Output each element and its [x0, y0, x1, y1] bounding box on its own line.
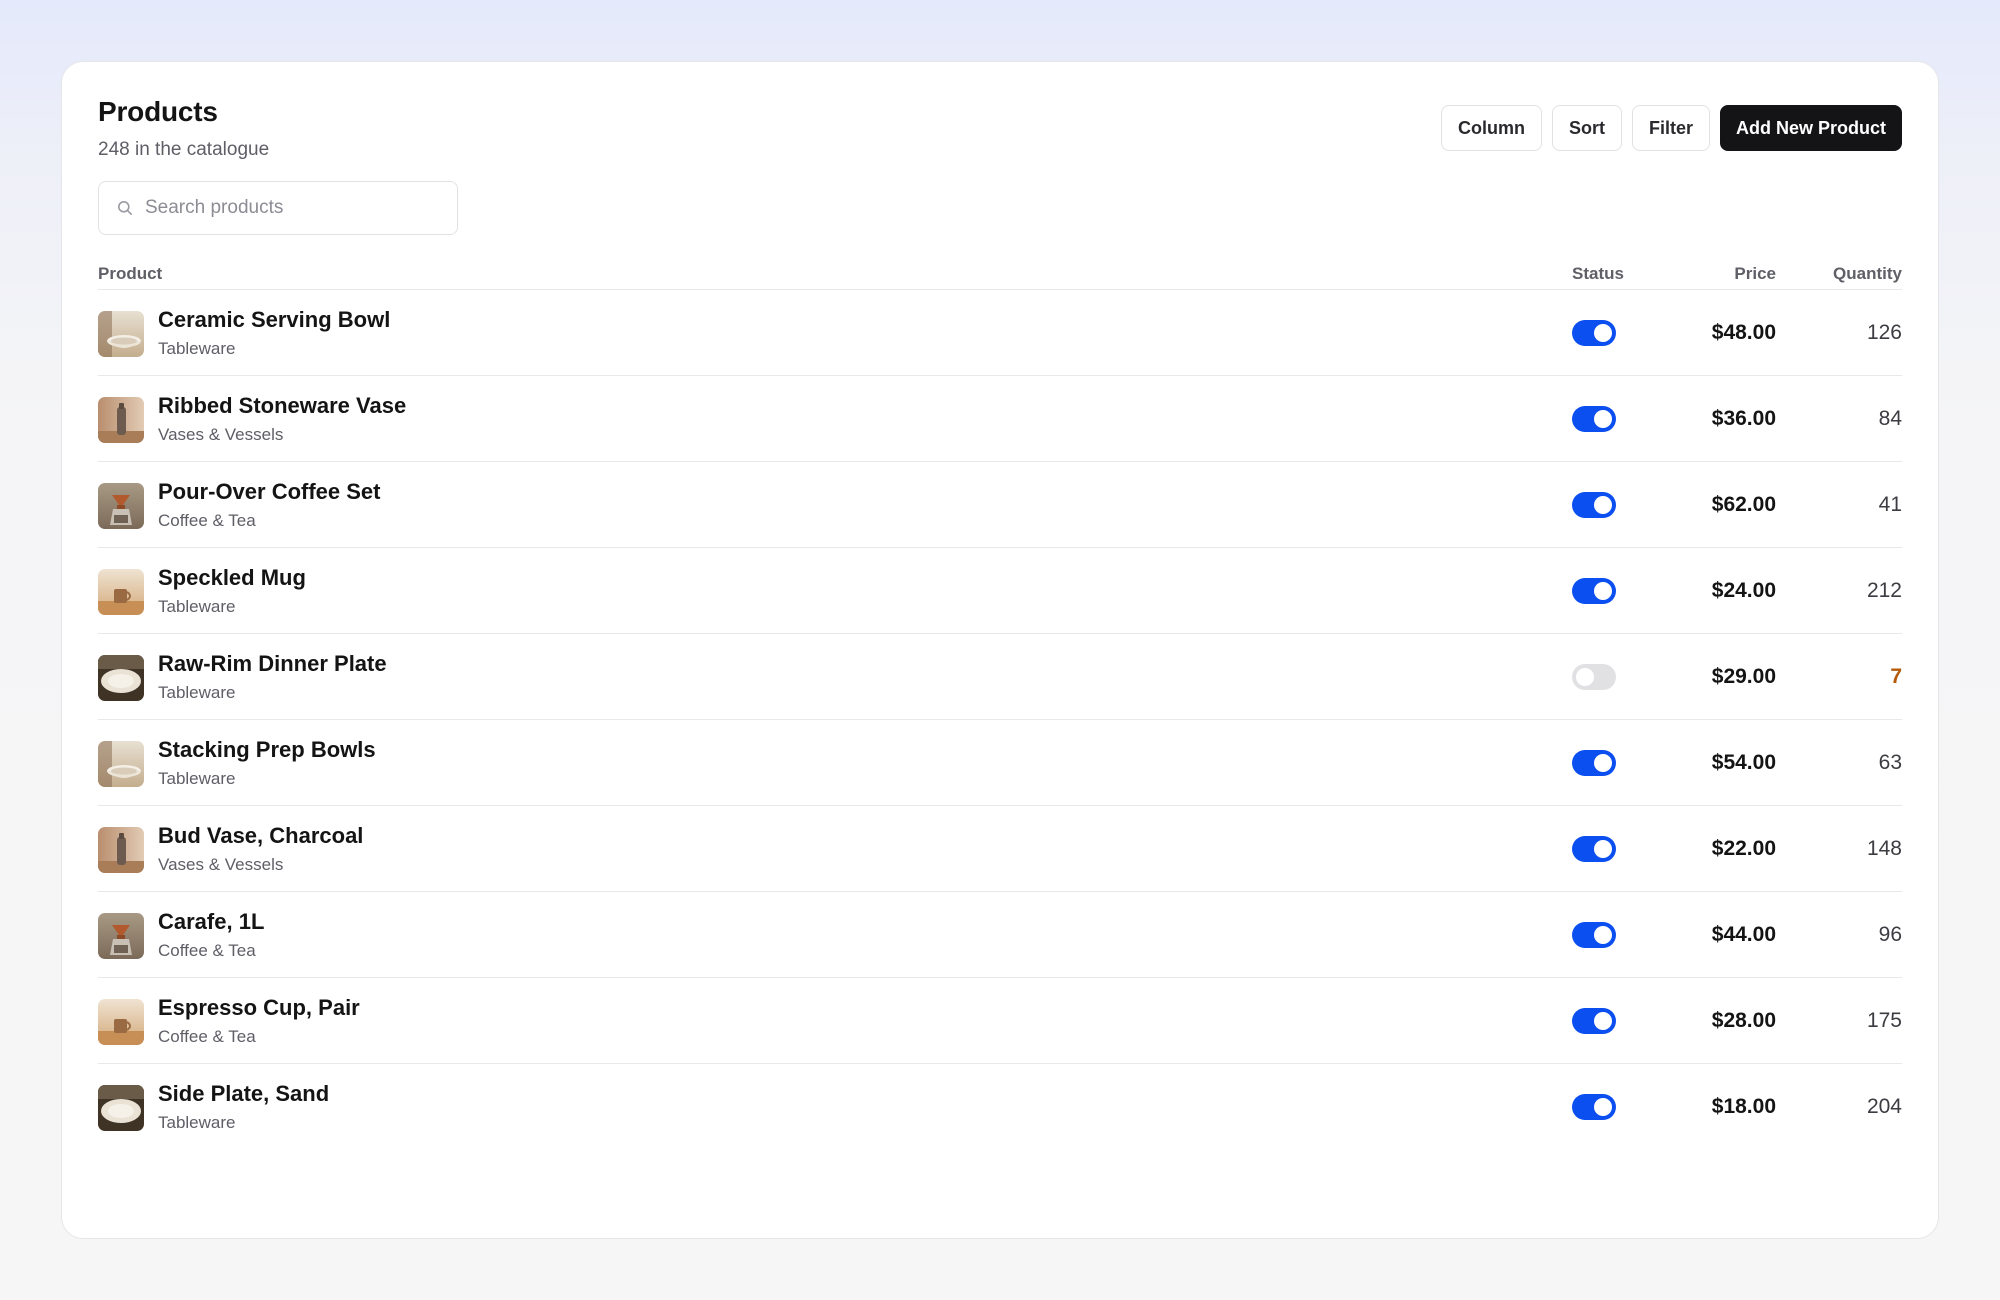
product-price: $54.00 — [1711, 751, 1776, 774]
product-quantity: 96 — [1878, 923, 1902, 946]
product-thumbnail — [98, 483, 144, 529]
filter-button[interactable]: Filter — [1631, 105, 1710, 151]
status-toggle[interactable] — [1572, 1094, 1616, 1120]
product-thumbnail — [98, 1085, 144, 1131]
status-toggle[interactable] — [1572, 406, 1616, 432]
toggle-knob — [1594, 840, 1612, 858]
product-price: $48.00 — [1711, 321, 1776, 344]
product-name: Pour-Over Coffee Set — [158, 479, 381, 504]
product-thumbnail — [98, 913, 144, 959]
product-table-body: Ceramic Serving Bowl Tableware $48.00 12… — [98, 290, 1902, 1150]
column-header-quantity: Quantity — [1833, 264, 1902, 283]
column-button[interactable]: Column — [1440, 105, 1542, 151]
product-thumbnail — [98, 655, 144, 701]
column-header-price: Price — [1734, 264, 1776, 283]
product-quantity: 148 — [1866, 837, 1902, 860]
table-row[interactable]: Raw-Rim Dinner Plate Tableware $29.00 7 — [98, 634, 1902, 720]
products-card: Products 248 in the catalogue Column Sor… — [61, 61, 1939, 1239]
search-icon — [118, 201, 132, 215]
column-header-status: Status — [1572, 264, 1624, 283]
product-price: $22.00 — [1711, 837, 1776, 860]
toggle-knob — [1594, 926, 1612, 944]
product-name: Speckled Mug — [158, 565, 306, 590]
toolbar: Column Sort Filter Add New Product — [1440, 105, 1902, 151]
product-price: $24.00 — [1711, 579, 1776, 602]
product-price: $36.00 — [1711, 407, 1776, 430]
product-quantity: 126 — [1866, 321, 1902, 344]
product-category: Tableware — [158, 683, 236, 702]
product-category: Coffee & Tea — [158, 511, 256, 530]
product-quantity: 7 — [1890, 665, 1902, 688]
product-category: Vases & Vessels — [158, 425, 284, 444]
status-toggle[interactable] — [1572, 836, 1616, 862]
product-thumbnail — [98, 827, 144, 873]
product-category: Tableware — [158, 1113, 236, 1132]
product-thumbnail — [98, 397, 144, 443]
table-header: Product Status Price Quantity — [98, 252, 1902, 290]
product-name: Ribbed Stoneware Vase — [158, 393, 407, 418]
product-name: Raw-Rim Dinner Plate — [158, 651, 387, 676]
product-thumbnail — [98, 311, 144, 357]
status-toggle[interactable] — [1572, 750, 1616, 776]
product-quantity: 212 — [1866, 579, 1902, 602]
table-row[interactable]: Carafe, 1L Coffee & Tea $44.00 96 — [98, 892, 1902, 978]
product-thumbnail — [98, 999, 144, 1045]
product-quantity: 63 — [1878, 751, 1902, 774]
product-quantity: 84 — [1878, 407, 1902, 430]
status-toggle[interactable] — [1572, 578, 1616, 604]
product-category: Tableware — [158, 597, 236, 616]
table-row[interactable]: Ribbed Stoneware Vase Vases & Vessels $3… — [98, 376, 1902, 462]
product-category: Tableware — [158, 769, 236, 788]
table-row[interactable]: Speckled Mug Tableware $24.00 212 — [98, 548, 1902, 634]
product-price: $44.00 — [1711, 923, 1776, 946]
product-quantity: 175 — [1866, 1009, 1902, 1032]
product-category: Coffee & Tea — [158, 1027, 256, 1046]
table-row[interactable]: Pour-Over Coffee Set Coffee & Tea $62.00… — [98, 462, 1902, 548]
search-input[interactable]: Search products — [98, 181, 458, 235]
product-category: Coffee & Tea — [158, 941, 256, 960]
product-name: Espresso Cup, Pair — [158, 995, 360, 1020]
product-price: $29.00 — [1711, 665, 1776, 688]
status-toggle[interactable] — [1572, 922, 1616, 948]
product-quantity: 41 — [1878, 493, 1902, 516]
status-toggle[interactable] — [1572, 664, 1616, 690]
sort-button[interactable]: Sort — [1551, 105, 1622, 151]
product-thumbnail — [98, 569, 144, 615]
toggle-knob — [1594, 1012, 1612, 1030]
add-new-product-button[interactable]: Add New Product — [1719, 105, 1902, 151]
search-placeholder: Search products — [145, 197, 284, 218]
status-toggle[interactable] — [1572, 492, 1616, 518]
product-name: Ceramic Serving Bowl — [158, 307, 391, 332]
product-price: $18.00 — [1711, 1095, 1776, 1118]
product-price: $28.00 — [1711, 1009, 1776, 1032]
product-category: Tableware — [158, 339, 236, 358]
table-row[interactable]: Ceramic Serving Bowl Tableware $48.00 12… — [98, 290, 1902, 376]
toggle-knob — [1594, 1098, 1612, 1116]
toggle-knob — [1594, 496, 1612, 514]
table-row[interactable]: Stacking Prep Bowls Tableware $54.00 63 — [98, 720, 1902, 806]
table-row[interactable]: Bud Vase, Charcoal Vases & Vessels $22.0… — [98, 806, 1902, 892]
toggle-knob — [1594, 324, 1612, 342]
product-name: Stacking Prep Bowls — [158, 737, 376, 762]
table-row[interactable]: Espresso Cup, Pair Coffee & Tea $28.00 1… — [98, 978, 1902, 1064]
toggle-knob — [1594, 582, 1612, 600]
toggle-knob — [1594, 410, 1612, 428]
product-thumbnail — [98, 741, 144, 787]
toggle-knob — [1576, 668, 1594, 686]
page-title: Products — [98, 96, 218, 127]
product-name: Bud Vase, Charcoal — [158, 823, 364, 848]
catalogue-count: 248 in the catalogue — [98, 139, 270, 160]
product-quantity: 204 — [1866, 1095, 1902, 1118]
product-name: Side Plate, Sand — [158, 1081, 330, 1106]
column-header-product: Product — [98, 264, 163, 283]
status-toggle[interactable] — [1572, 320, 1616, 346]
product-name: Carafe, 1L — [158, 909, 265, 934]
toggle-knob — [1594, 754, 1612, 772]
status-toggle[interactable] — [1572, 1008, 1616, 1034]
product-category: Vases & Vessels — [158, 855, 284, 874]
table-row[interactable]: Side Plate, Sand Tableware $18.00 204 — [98, 1064, 1902, 1150]
product-price: $62.00 — [1711, 493, 1776, 516]
